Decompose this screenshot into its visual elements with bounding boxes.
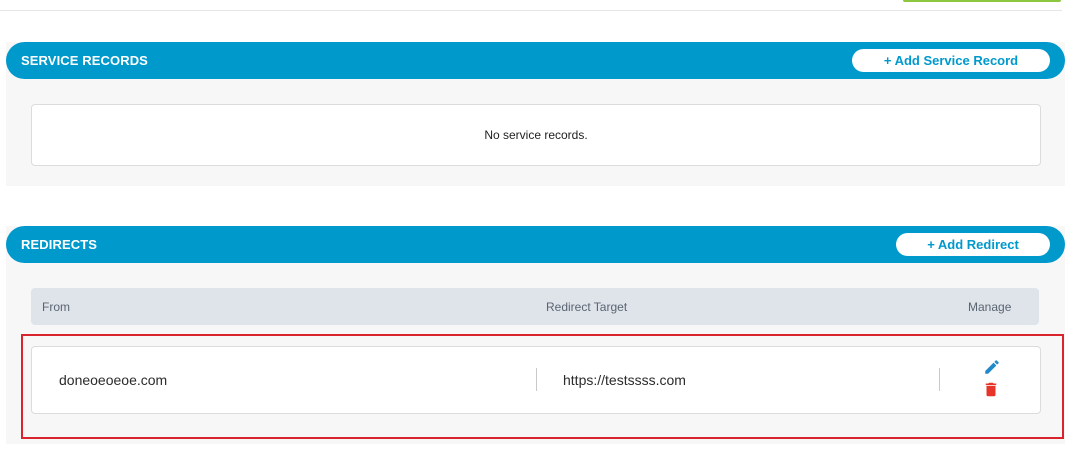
selection-highlight	[21, 334, 1064, 439]
redirects-title: REDIRECTS	[21, 237, 98, 252]
add-service-record-button[interactable]: + Add Service Record	[852, 49, 1050, 72]
redirects-table-header: From Redirect Target Manage	[31, 288, 1039, 325]
service-records-panel: SERVICE RECORDS + Add Service Record No …	[6, 42, 1065, 186]
empty-message: No service records.	[484, 128, 588, 142]
service-records-title: SERVICE RECORDS	[21, 53, 148, 68]
column-header-from: From	[42, 300, 70, 314]
service-records-empty-state: No service records.	[31, 104, 1041, 166]
service-records-header: SERVICE RECORDS + Add Service Record	[6, 42, 1065, 79]
top-button-edge	[903, 0, 1061, 2]
add-redirect-button[interactable]: + Add Redirect	[896, 233, 1050, 256]
top-divider	[0, 10, 1062, 11]
column-header-manage: Manage	[968, 300, 1012, 314]
redirects-header: REDIRECTS + Add Redirect	[6, 226, 1065, 263]
column-header-redirect-target: Redirect Target	[546, 300, 628, 314]
